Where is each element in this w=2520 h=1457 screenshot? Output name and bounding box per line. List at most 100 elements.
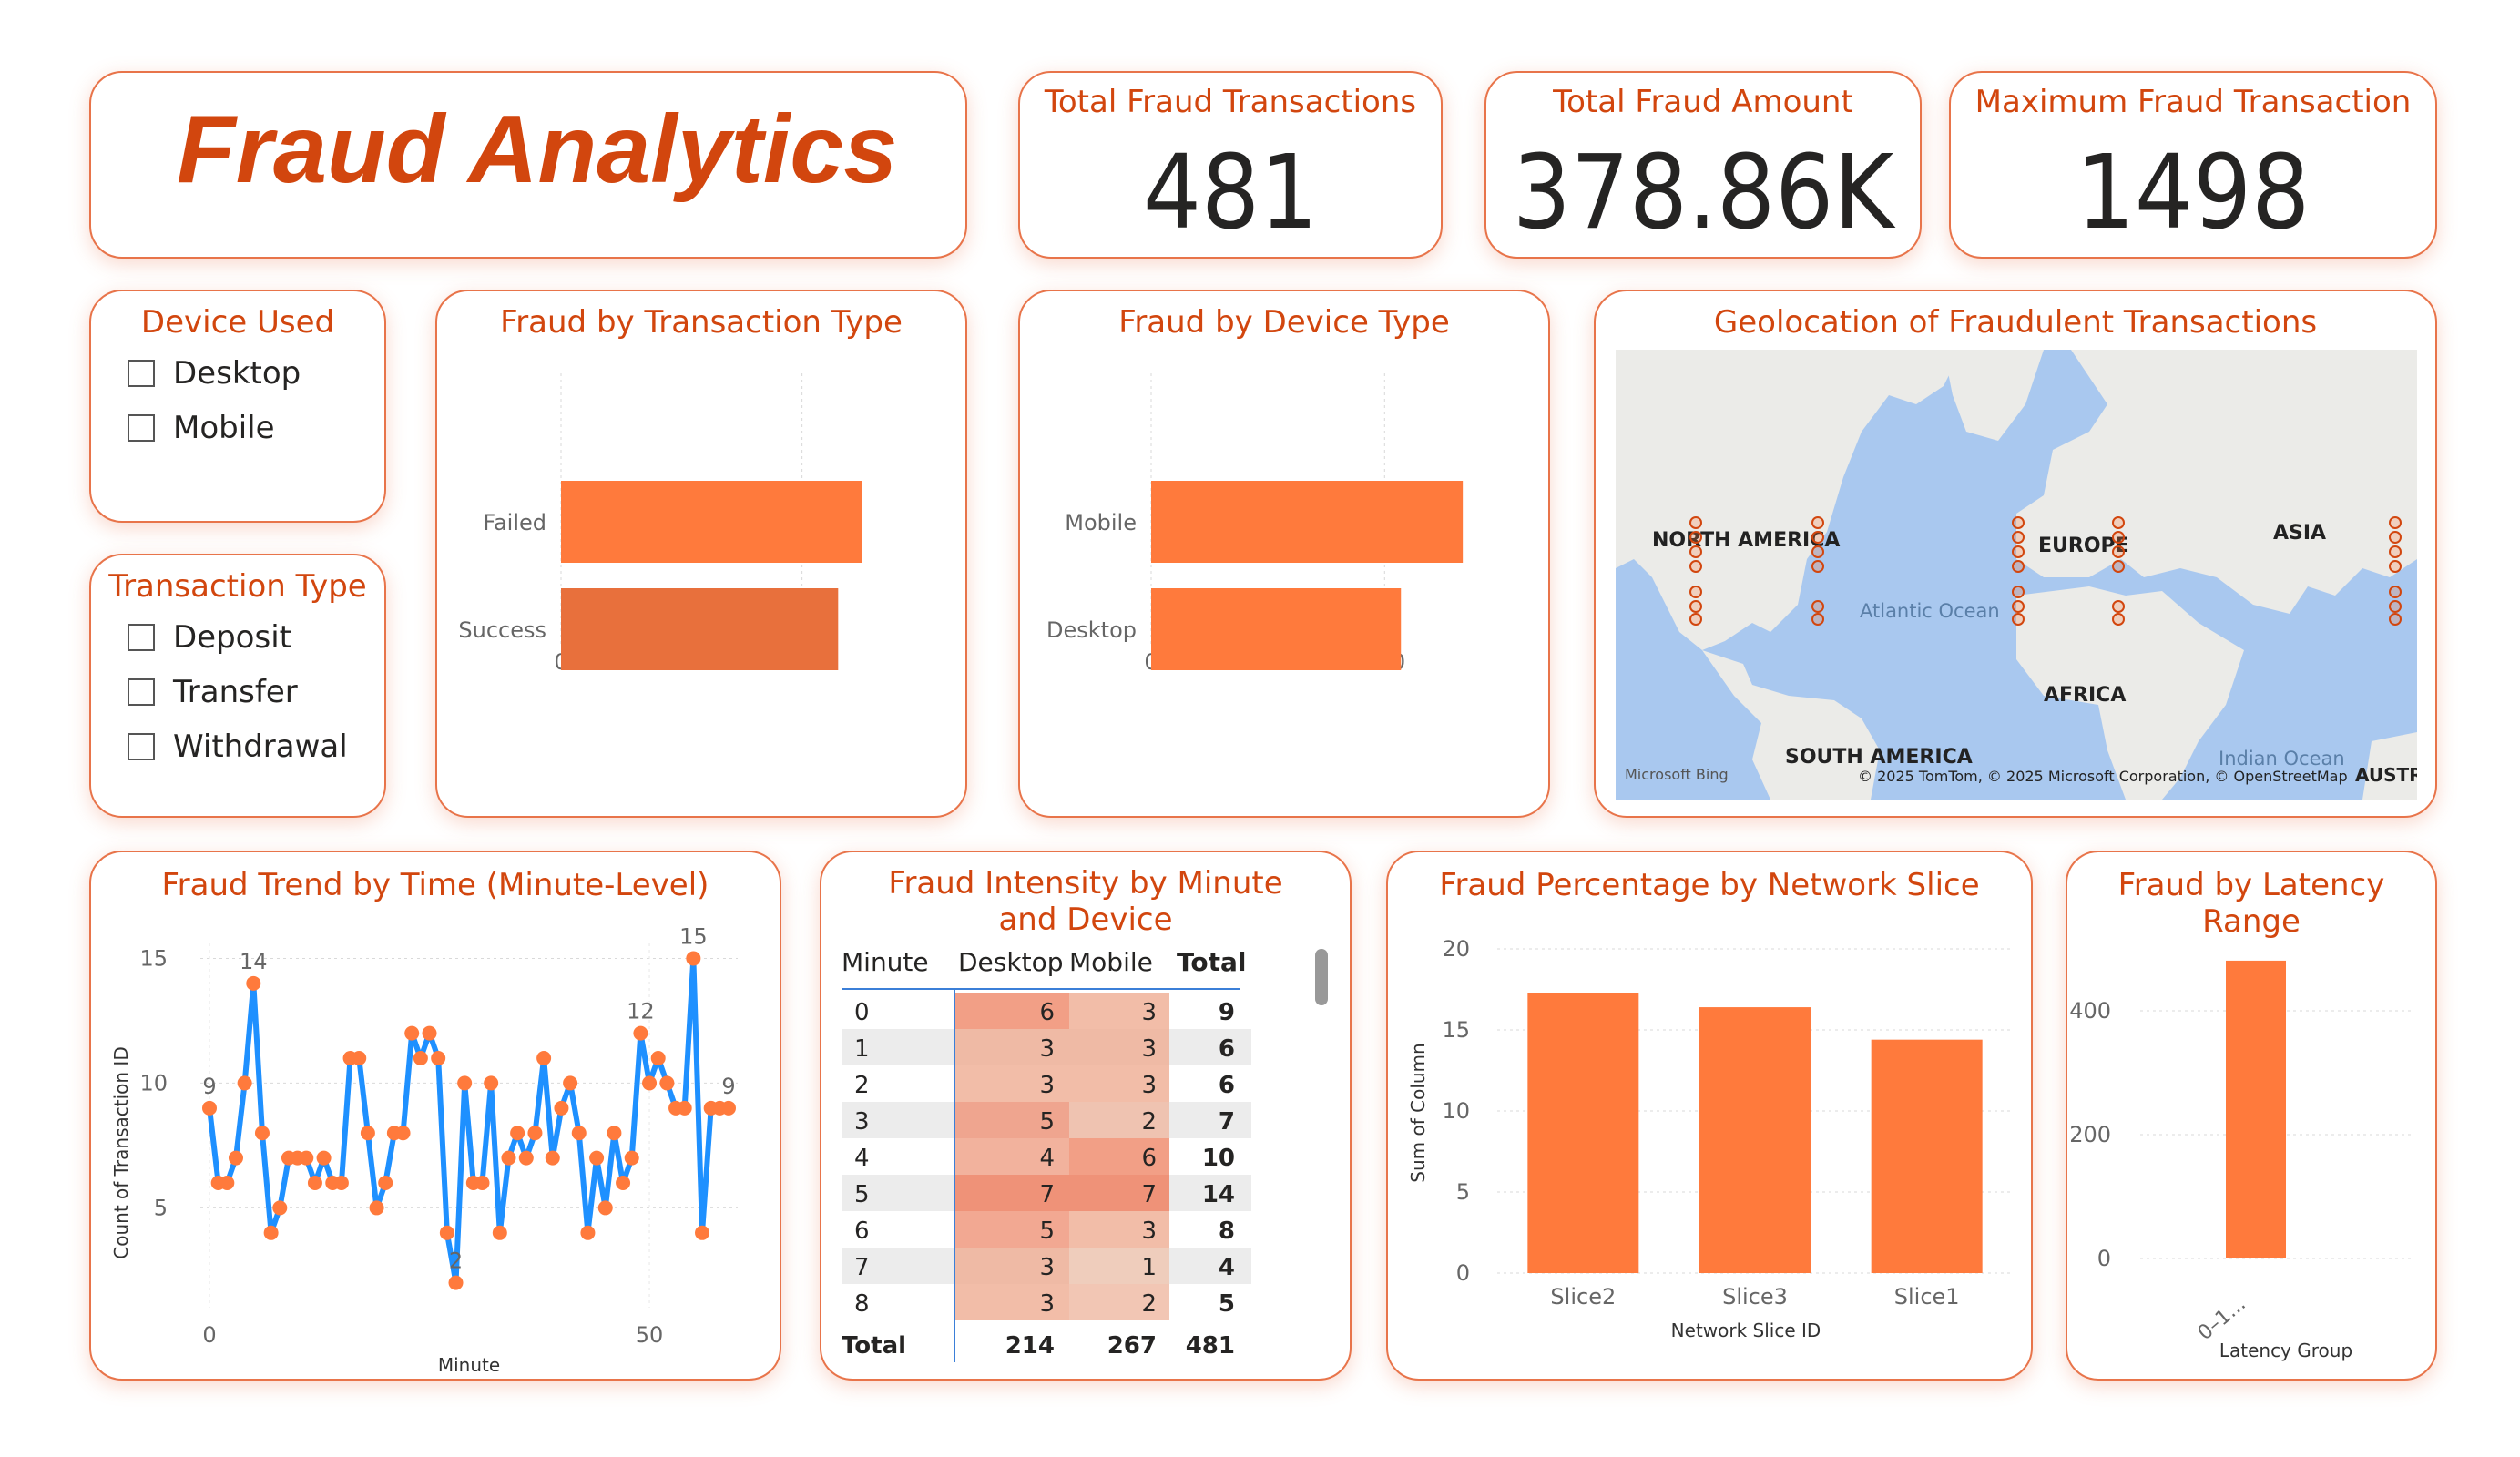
- data-point: [721, 1100, 736, 1116]
- table-cell: 7: [1039, 1181, 1055, 1208]
- data-point: [439, 1225, 454, 1240]
- fraud-intensity-table-card[interactable]: Fraud Intensity by Minute and Device Min…: [820, 851, 1352, 1381]
- checkbox[interactable]: [128, 678, 155, 706]
- bar: [561, 481, 862, 563]
- table-cell: 1: [854, 1035, 870, 1063]
- checkbox[interactable]: [128, 414, 155, 442]
- data-point: [536, 1051, 552, 1066]
- fraud-by-device-type-chart[interactable]: 0200MobileDesktop: [1020, 355, 1548, 810]
- y-tick-label: 10: [139, 1070, 168, 1095]
- table-cell: 3: [1039, 1072, 1055, 1099]
- network-slice-chart-card[interactable]: Fraud Percentage by Network Slice 0 5 10 15…: [1386, 851, 2033, 1381]
- fraud-location-marker: [2012, 586, 2025, 598]
- map-label: SOUTH AMERICA: [1785, 746, 1973, 769]
- fraud-location-marker: [1811, 545, 1824, 558]
- data-point: [642, 1075, 658, 1091]
- slicer-option-mobile[interactable]: Mobile: [128, 410, 275, 446]
- data-point: [554, 1100, 569, 1116]
- fraud-location-marker: [2012, 531, 2025, 544]
- data-point: [228, 1150, 243, 1166]
- latency-range-chart-card[interactable]: Fraud by Latency Range 0 200 400 0–1... Late…: [2066, 851, 2437, 1381]
- table-cell: 6: [854, 1218, 870, 1245]
- table-cell: 4: [1039, 1145, 1055, 1172]
- fraud-by-transaction-type-card[interactable]: Fraud by Transaction Type 0200FailedSucc…: [435, 290, 967, 818]
- data-label: 9: [202, 1074, 216, 1099]
- checkbox[interactable]: [128, 360, 155, 387]
- data-point: [422, 1025, 437, 1041]
- data-point: [333, 1176, 349, 1191]
- slicer-option-desktop[interactable]: Desktop: [128, 355, 301, 392]
- fraud-location-marker: [2389, 560, 2402, 573]
- fraud-location-marker: [1811, 516, 1824, 529]
- fraud-location-marker: [2389, 613, 2402, 626]
- fraud-trend-card[interactable]: Fraud Trend by Time (Minute-Level) 5 10 15…: [89, 851, 781, 1381]
- kpi-value: 481: [1142, 134, 1319, 252]
- map-label: AUSTRA: [2355, 764, 2417, 786]
- fraud-by-device-type-card[interactable]: Fraud by Device Type 0200MobileDesktop: [1018, 290, 1550, 818]
- data-point: [246, 975, 261, 991]
- table-scrollbar[interactable]: [1315, 949, 1328, 1005]
- data-point: [571, 1126, 587, 1141]
- data-point: [492, 1225, 507, 1240]
- x-category-label: Slice3: [1722, 1284, 1788, 1309]
- fraud-location-marker: [2012, 600, 2025, 613]
- kpi-card-total-fraud-transactions[interactable]: Total Fraud Transactions 481: [1018, 71, 1443, 259]
- kpi-card-total-fraud-amount[interactable]: Total Fraud Amount 378.86K: [1484, 71, 1922, 259]
- chart-title: Fraud Trend by Time (Minute-Level): [161, 867, 709, 903]
- kpi-card-maximum-fraud-transaction[interactable]: Maximum Fraud Transaction 1498: [1949, 71, 2437, 259]
- data-point: [616, 1176, 631, 1191]
- table-cell: 6: [1219, 1035, 1235, 1063]
- world-map[interactable]: NORTH AMERICA EUROPE ASIA Atlantic Ocean…: [1616, 350, 2417, 800]
- data-point: [352, 1051, 367, 1066]
- device-used-slicer: Device Used Desktop Mobile: [89, 290, 386, 523]
- fraud-by-latency-range-chart[interactable]: 0 200 400 0–1...Latency Group: [2067, 931, 2435, 1377]
- data-point: [563, 1075, 578, 1091]
- x-tick-label: 0: [202, 1322, 216, 1348]
- data-point: [431, 1051, 446, 1066]
- chart-title: Fraud Percentage by Network Slice: [1439, 867, 1980, 903]
- fraud-location-marker: [2112, 600, 2125, 613]
- chart-title: Fraud by Device Type: [1118, 304, 1450, 341]
- table-header: Desktop: [958, 947, 1063, 977]
- data-point: [474, 1176, 490, 1191]
- slicer-option-withdrawal[interactable]: Withdrawal: [128, 728, 348, 765]
- slicer-option-label: Deposit: [173, 619, 291, 656]
- table-cell: 3: [1141, 999, 1157, 1026]
- fraud-location-marker: [1811, 531, 1824, 544]
- data-point: [448, 1275, 464, 1290]
- fraud-trend-line-chart[interactable]: 5 10 15 0 50 Minute Count of Transaction ID 9 14…: [91, 916, 780, 1371]
- data-point: [202, 1100, 217, 1116]
- slicer-option-label: Mobile: [173, 410, 275, 446]
- fraud-intensity-table[interactable]: Minute Desktop Mobile Total 0 6 3 9 1 3 3 6 2 3 3 6 3 5 2 7…: [831, 943, 1341, 1371]
- y-tick-label: 10: [1442, 1098, 1470, 1124]
- fraud-by-network-slice-chart[interactable]: 0 5 10 15 20 Slice2 Slice3 Slice1 Network Slice …: [1388, 912, 2031, 1377]
- checkbox[interactable]: [128, 624, 155, 651]
- table-cell: 5: [1039, 1218, 1055, 1245]
- fraud-location-marker: [2112, 613, 2125, 626]
- table-cell: 5: [854, 1181, 870, 1208]
- data-label: 9: [721, 1074, 735, 1099]
- slicer-option-deposit[interactable]: Deposit: [128, 619, 291, 656]
- fraud-by-transaction-type-chart[interactable]: 0200FailedSuccess: [437, 355, 965, 810]
- data-point: [518, 1150, 534, 1166]
- checkbox[interactable]: [128, 733, 155, 760]
- data-point: [677, 1100, 692, 1116]
- data-point: [589, 1150, 605, 1166]
- geolocation-map-card[interactable]: Geolocation of Fraudulent Transactions N…: [1594, 290, 2437, 818]
- slicer-option-transfer[interactable]: Transfer: [128, 674, 298, 710]
- chart-title: Fraud Intensity by Minute and Device: [888, 865, 1283, 938]
- table-cell: 3: [854, 1108, 870, 1136]
- slicer-title: Device Used: [140, 304, 335, 341]
- slicer-option-label: Transfer: [173, 674, 298, 710]
- data-point: [545, 1150, 560, 1166]
- slicer-option-label: Desktop: [173, 355, 301, 392]
- data-point: [501, 1150, 516, 1166]
- fraud-location-marker: [2389, 516, 2402, 529]
- y-tick-label: 0: [2097, 1246, 2111, 1271]
- fraud-location-marker: [2012, 613, 2025, 626]
- chart-title: Geolocation of Fraudulent Transactions: [1713, 304, 2318, 341]
- data-label: 15: [679, 923, 708, 949]
- data-point: [607, 1126, 622, 1141]
- table-cell: 6: [1141, 1145, 1157, 1172]
- y-tick-label: 200: [2069, 1122, 2111, 1147]
